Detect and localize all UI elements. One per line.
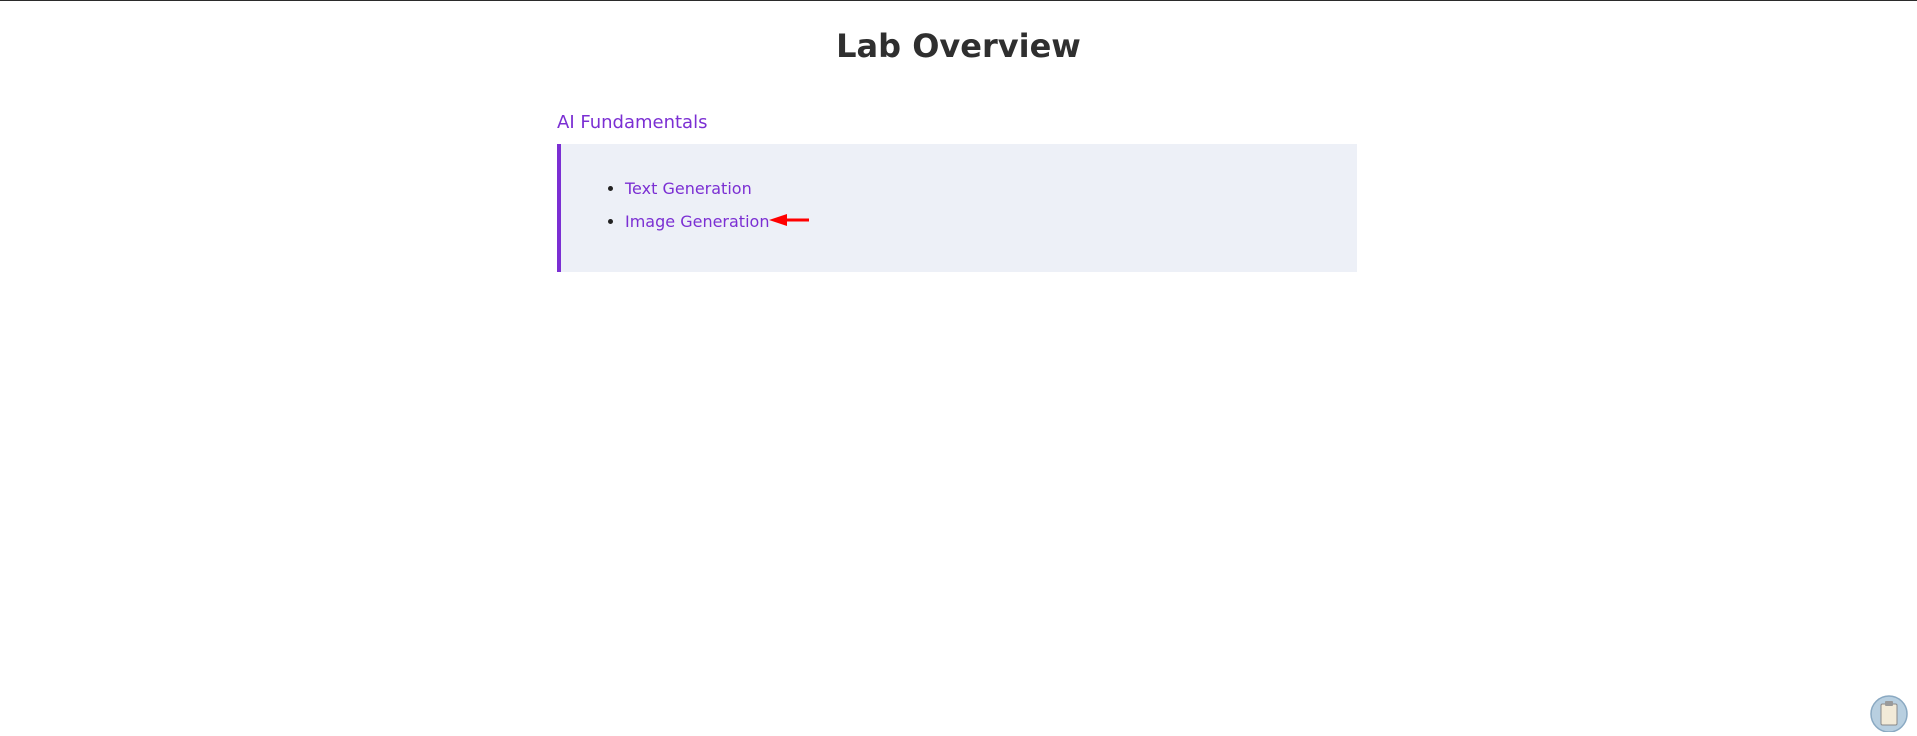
text-generation-link[interactable]: Text Generation [625,179,752,198]
ai-fundamentals-section: AI Fundamentals Text Generation Image Ge… [557,110,1357,272]
top-border [0,0,1917,1]
page-title: Lab Overview [0,24,1917,68]
lab-list: Text Generation Image Generation [561,179,1357,233]
section-title: AI Fundamentals [557,110,1357,136]
list-item: Text Generation [625,179,1357,199]
image-generation-link[interactable]: Image Generation [625,212,769,231]
section-card: Text Generation Image Generation [557,144,1357,272]
clipboard-button[interactable] [1869,694,1909,732]
clipboard-icon [1869,694,1909,732]
list-item: Image Generation [625,212,1357,233]
left-arrow-icon [769,212,811,233]
